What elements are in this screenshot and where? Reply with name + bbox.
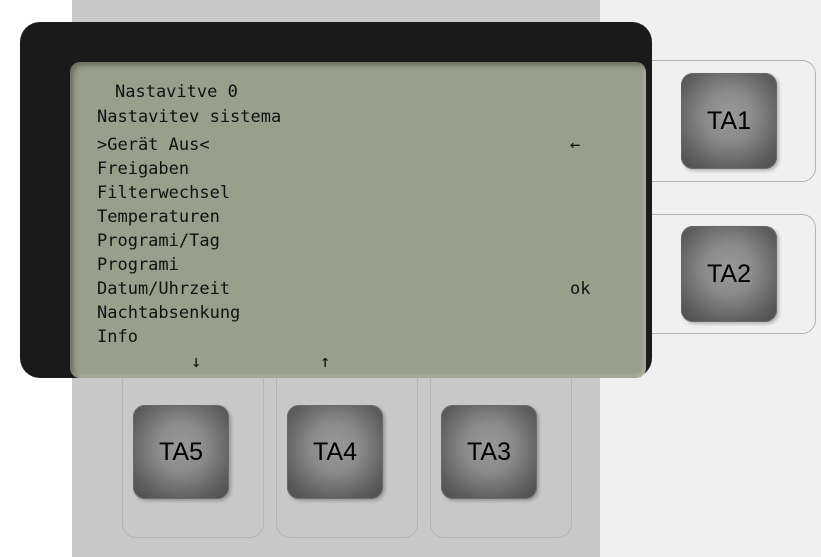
lcd-bezel: Nastavitve 0 Nastavitev sistema >Gerät A… xyxy=(20,22,652,378)
back-arrow-icon: ← xyxy=(570,135,581,155)
ta4-label: TA4 xyxy=(313,437,357,466)
menu-item-programi-tag[interactable]: Programi/Tag xyxy=(97,231,220,251)
ta5-label: TA5 xyxy=(159,437,203,466)
menu-item-temperaturen[interactable]: Temperaturen xyxy=(97,207,220,227)
down-arrow-icon: ↓ xyxy=(191,352,202,372)
ta2-label: TA2 xyxy=(707,259,751,288)
menu-item-freigaben[interactable]: Freigaben xyxy=(97,159,189,179)
screen-title: Nastavitve 0 xyxy=(115,82,238,102)
ta3-button[interactable]: TA3 xyxy=(441,405,537,499)
ta5-button[interactable]: TA5 xyxy=(133,405,229,499)
ta2-button[interactable]: TA2 xyxy=(681,226,777,322)
lcd-screen: Nastavitve 0 Nastavitev sistema >Gerät A… xyxy=(70,62,646,378)
ta4-button[interactable]: TA4 xyxy=(287,405,383,499)
up-arrow-icon: ↑ xyxy=(320,352,331,372)
screen-subtitle: Nastavitev sistema xyxy=(97,107,282,127)
menu-item-geraet-aus[interactable]: >Gerät Aus< xyxy=(97,135,210,155)
menu-item-programi[interactable]: Programi xyxy=(97,255,179,275)
menu-item-datum-uhrzeit[interactable]: Datum/Uhrzeit xyxy=(97,279,230,299)
menu-item-info[interactable]: Info xyxy=(97,327,138,347)
ok-label: ok xyxy=(570,279,591,299)
ta3-label: TA3 xyxy=(467,437,511,466)
ta1-label: TA1 xyxy=(707,106,751,135)
menu-item-filterwechsel[interactable]: Filterwechsel xyxy=(97,183,230,203)
ta1-button[interactable]: TA1 xyxy=(681,73,777,169)
menu-item-nachtabsenkung[interactable]: Nachtabsenkung xyxy=(97,303,240,323)
